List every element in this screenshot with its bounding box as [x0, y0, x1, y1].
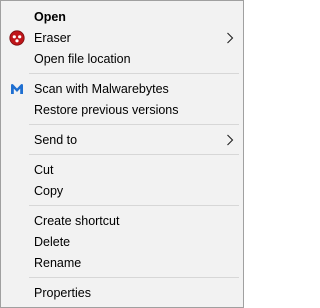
menu-item-label: Rename [34, 256, 82, 270]
menu-item-scan-malwarebytes[interactable]: Scan with Malwarebytes [1, 78, 243, 100]
menu-item-label: Create shortcut [34, 214, 120, 228]
menu-item-properties[interactable]: Properties [1, 282, 243, 304]
menu-item-delete[interactable]: Delete [1, 231, 243, 253]
menu-item-label: Open file location [34, 52, 131, 66]
menu-item-open-file-location[interactable]: Open file location [1, 48, 243, 70]
menu-separator [29, 154, 239, 155]
menu-item-eraser[interactable]: Eraser [1, 27, 243, 49]
menu-item-copy[interactable]: Copy [1, 180, 243, 202]
menu-item-label: Restore previous versions [34, 103, 179, 117]
menu-item-create-shortcut[interactable]: Create shortcut [1, 210, 243, 232]
menu-item-send-to[interactable]: Send to [1, 129, 243, 151]
menu-item-label: Send to [34, 133, 78, 147]
menu-item-label: Properties [34, 286, 91, 300]
menu-separator [29, 73, 239, 74]
chevron-right-icon [227, 32, 234, 44]
menu-item-open[interactable]: Open [1, 6, 243, 28]
eraser-icon [9, 30, 25, 46]
context-menu: Open Eraser Open file location Scan with… [0, 0, 244, 308]
menu-item-label: Open [34, 10, 66, 24]
menu-item-label: Copy [34, 184, 64, 198]
chevron-right-icon [227, 134, 234, 146]
menu-separator [29, 277, 239, 278]
menu-item-label: Scan with Malwarebytes [34, 82, 169, 96]
menu-item-restore-previous-versions[interactable]: Restore previous versions [1, 99, 243, 121]
malwarebytes-icon [11, 84, 23, 94]
menu-separator [29, 124, 239, 125]
menu-item-label: Delete [34, 235, 71, 249]
menu-item-cut[interactable]: Cut [1, 159, 243, 181]
menu-item-rename[interactable]: Rename [1, 252, 243, 274]
menu-item-label: Cut [34, 163, 54, 177]
menu-item-label: Eraser [34, 31, 71, 45]
menu-separator [29, 205, 239, 206]
